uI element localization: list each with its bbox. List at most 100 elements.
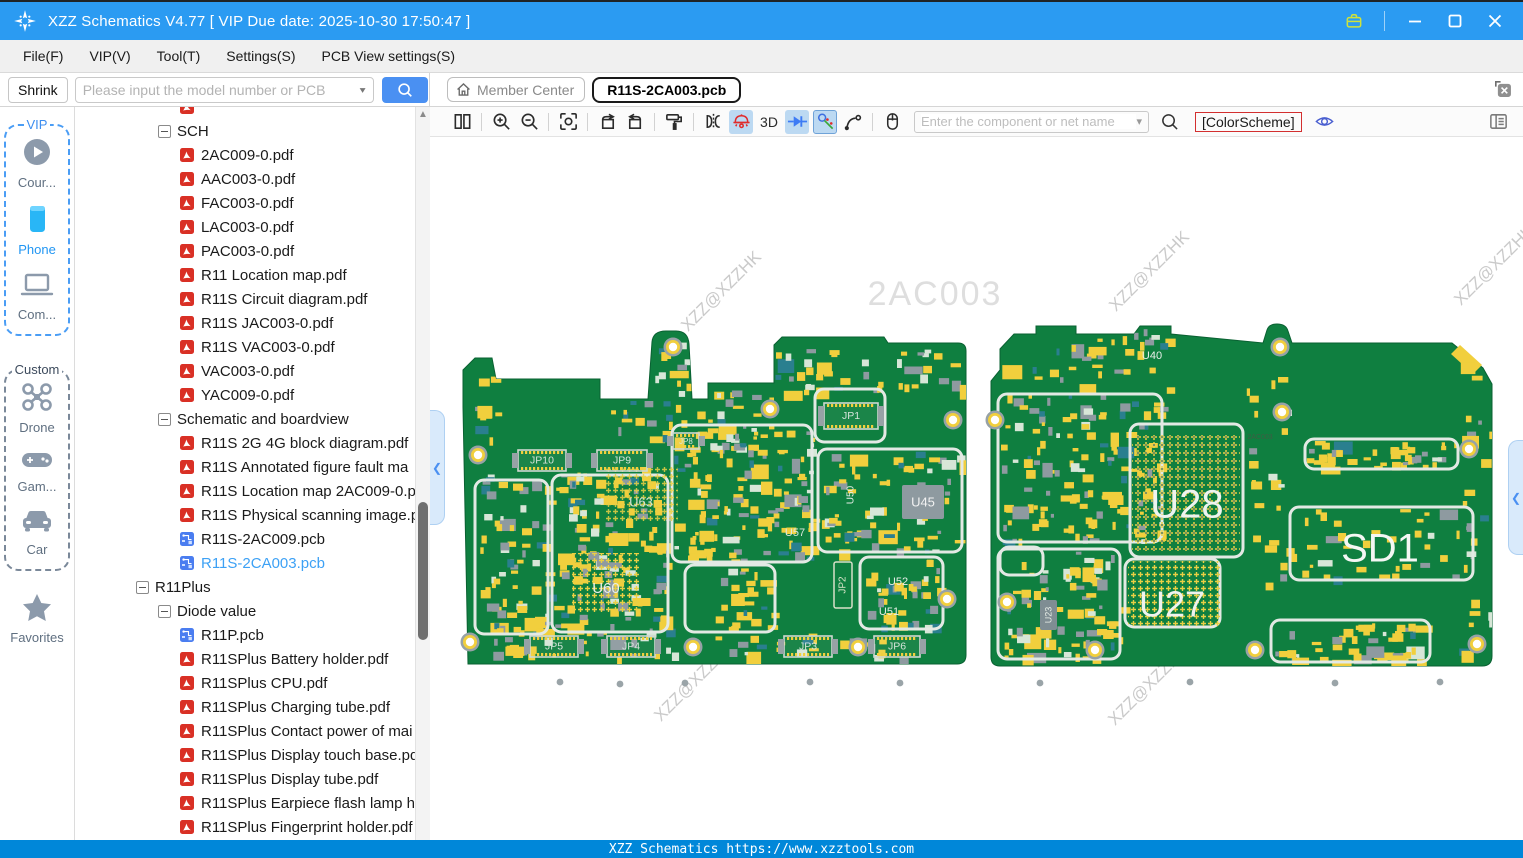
colorscheme-button[interactable]: [ColorScheme]: [1195, 111, 1302, 132]
car-icon: [20, 507, 54, 540]
tree-scrollbar-thumb[interactable]: [418, 502, 428, 640]
rotate-left-icon[interactable]: [595, 110, 619, 134]
rail-item-favorites[interactable]: Favorites: [0, 593, 74, 645]
shrink-button[interactable]: Shrink: [8, 76, 68, 103]
component-search-input[interactable]: [921, 114, 1137, 129]
tree-row-vac003-0-pdf[interactable]: VAC003-0.pdf: [75, 359, 415, 383]
panel-list-icon[interactable]: [1488, 111, 1509, 137]
tree-row-r11s-2g-4g-block-diagram-pdf[interactable]: R11S 2G 4G block diagram.pdf: [75, 431, 415, 455]
component-search-combo[interactable]: ▾: [914, 110, 1149, 133]
pdf-file-icon: [179, 795, 195, 811]
tree-row-schematic-and-boardview[interactable]: Schematic and boardview: [75, 407, 415, 431]
zoom-out-icon[interactable]: [517, 110, 541, 134]
svg-text:U60: U60: [592, 580, 620, 597]
tree-row-clipped[interactable]: [75, 107, 415, 119]
tree-row-r11s-physical-scanning-image-p[interactable]: R11S Physical scanning image.p: [75, 503, 415, 527]
rail-item-cour[interactable]: Cour...: [18, 136, 56, 190]
tree-row-r11splus-charging-tube-pdf[interactable]: R11SPlus Charging tube.pdf: [75, 695, 415, 719]
tree-row-r11splus-display-touch-base-pd[interactable]: R11SPlus Display touch base.pd: [75, 743, 415, 767]
pcb-canvas[interactable]: ❮ ❮ 2AC003 XZZ@XZZHK XZZ@XZZHK XZZ@XZZHK XZZ…: [430, 137, 1523, 840]
tree-row-sch[interactable]: SCH: [75, 119, 415, 143]
rail-item-phone[interactable]: Phone: [18, 203, 56, 257]
pcb-viewer: 3D ▾ [ColorScheme]: [430, 107, 1523, 840]
pdf-file-icon: [179, 219, 195, 235]
svg-text:2AC003: 2AC003: [1247, 434, 1272, 441]
chevron-down-icon[interactable]: ▾: [360, 84, 366, 95]
model-search-button[interactable]: [381, 76, 428, 103]
pdf-file-icon: [179, 819, 195, 835]
menu-item-vip[interactable]: VIP(V): [76, 43, 143, 69]
tab-zone: Member Center R11S-2CA003.pcb: [430, 73, 1523, 106]
phone-icon: [22, 203, 52, 240]
tree-row-r11splus-battery-holder-pdf[interactable]: R11SPlus Battery holder.pdf: [75, 647, 415, 671]
rail-item-car[interactable]: Car: [20, 507, 54, 557]
pdf-file-icon: [179, 699, 195, 715]
zoom-in-icon[interactable]: [489, 110, 513, 134]
chevron-down-icon[interactable]: ▾: [1136, 115, 1142, 128]
close-all-tabs-icon[interactable]: [1492, 78, 1513, 104]
mirror-flip-icon[interactable]: [701, 110, 725, 134]
tree-row-r11s-2ca003-pcb[interactable]: R11S-2CA003.pcb: [75, 551, 415, 575]
tree-row-2ac009-0-pdf[interactable]: 2AC009-0.pdf: [75, 143, 415, 167]
tree-row-r11plus[interactable]: R11Plus: [75, 575, 415, 599]
tree-row-r11splus-earpiece-flash-lamp-h[interactable]: R11SPlus Earpiece flash lamp h: [75, 791, 415, 815]
search-row: Shrink ▾ Member Center R11S-2CA003.pcb: [0, 73, 1523, 107]
menu-item-pcb-view-settings[interactable]: PCB View settings(S): [308, 43, 468, 69]
model-search-input[interactable]: [82, 81, 360, 98]
tree-expander-icon[interactable]: [158, 604, 171, 618]
tree-expander-icon[interactable]: [158, 412, 171, 426]
tree-row-r11s-location-map-2ac009-0-p[interactable]: R11S Location map 2AC009-0.p: [75, 479, 415, 503]
svg-text:U27: U27: [1139, 584, 1205, 625]
measure-icon[interactable]: [813, 109, 837, 134]
paint-roller-icon[interactable]: [662, 110, 686, 134]
tree-row-yac009-0-pdf[interactable]: YAC009-0.pdf: [75, 383, 415, 407]
curve-icon[interactable]: [841, 110, 865, 134]
minimize-button[interactable]: [1405, 11, 1425, 31]
fit-screen-icon[interactable]: [556, 110, 580, 134]
tree-expander-icon[interactable]: [158, 124, 171, 138]
tree-expander-icon[interactable]: [136, 580, 149, 594]
tree-scrollbar[interactable]: ▲: [415, 107, 430, 840]
tree-row-lac003-0-pdf[interactable]: LAC003-0.pdf: [75, 215, 415, 239]
tree-row-r11s-vac003-0-pdf[interactable]: R11S VAC003-0.pdf: [75, 335, 415, 359]
rail-item-com[interactable]: Com...: [18, 270, 56, 322]
menu-item-settings[interactable]: Settings(S): [213, 43, 308, 69]
tree-row-r11splus-display-tube-pdf[interactable]: R11SPlus Display tube.pdf: [75, 767, 415, 791]
model-search-combo[interactable]: ▾: [74, 76, 374, 103]
rail-item-gam[interactable]: Gam...: [17, 448, 57, 494]
tree-row-r11s-circuit-diagram-pdf[interactable]: R11S Circuit diagram.pdf: [75, 287, 415, 311]
tree-row-r11p-pcb[interactable]: R11P.pcb: [75, 623, 415, 647]
tree-row-r11s-jac003-0-pdf[interactable]: R11S JAC003-0.pdf: [75, 311, 415, 335]
rail-item-drone[interactable]: Drone: [19, 381, 55, 435]
mouse-icon[interactable]: [880, 110, 904, 134]
three-d-icon[interactable]: 3D: [757, 110, 781, 134]
tree-row-r11splus-cpu-pdf[interactable]: R11SPlus CPU.pdf: [75, 671, 415, 695]
component-search-icon[interactable]: [1157, 110, 1181, 134]
tree-row-aac003-0-pdf[interactable]: AAC003-0.pdf: [75, 167, 415, 191]
split-view-icon[interactable]: [450, 110, 474, 134]
tree-row-r11-location-map-pdf[interactable]: R11 Location map.pdf: [75, 263, 415, 287]
tree-row-pac003-0-pdf[interactable]: PAC003-0.pdf: [75, 239, 415, 263]
tab-pcb-file[interactable]: R11S-2CA003.pcb: [592, 76, 742, 103]
license-icon[interactable]: [1344, 11, 1364, 31]
title-bar: XZZ Schematics V4.77 [ VIP Due date: 202…: [0, 0, 1523, 40]
scroll-up-icon[interactable]: ▲: [416, 109, 430, 120]
tree-row-r11splus-contact-power-of-mai[interactable]: R11SPlus Contact power of mai: [75, 719, 415, 743]
maximize-button[interactable]: [1445, 11, 1465, 31]
tree-row-fac003-0-pdf[interactable]: FAC003-0.pdf: [75, 191, 415, 215]
tree-row-r11s-annotated-figure-fault-ma[interactable]: R11S Annotated figure fault ma: [75, 455, 415, 479]
rotate-right-icon[interactable]: [623, 110, 647, 134]
menu-item-tool[interactable]: Tool(T): [144, 43, 214, 69]
pdf-file-icon: [179, 459, 195, 475]
menu-item-file[interactable]: File(F): [10, 43, 76, 69]
close-button[interactable]: [1485, 11, 1505, 31]
visibility-eye-icon[interactable]: [1314, 111, 1335, 132]
member-center-button[interactable]: Member Center: [447, 77, 586, 102]
svg-text:XZZ@XZZHK: XZZ@XZZHK: [1450, 221, 1523, 309]
lamp-icon[interactable]: [729, 109, 753, 134]
diode-icon[interactable]: [785, 109, 809, 134]
tree-row-diode-value[interactable]: Diode value: [75, 599, 415, 623]
tree-row-r11splus-fingerprint-holder-pdf[interactable]: R11SPlus Fingerprint holder.pdf: [75, 815, 415, 839]
pdf-file-icon: [179, 747, 195, 763]
tree-row-r11s-2ac009-pcb[interactable]: R11S-2AC009.pcb: [75, 527, 415, 551]
